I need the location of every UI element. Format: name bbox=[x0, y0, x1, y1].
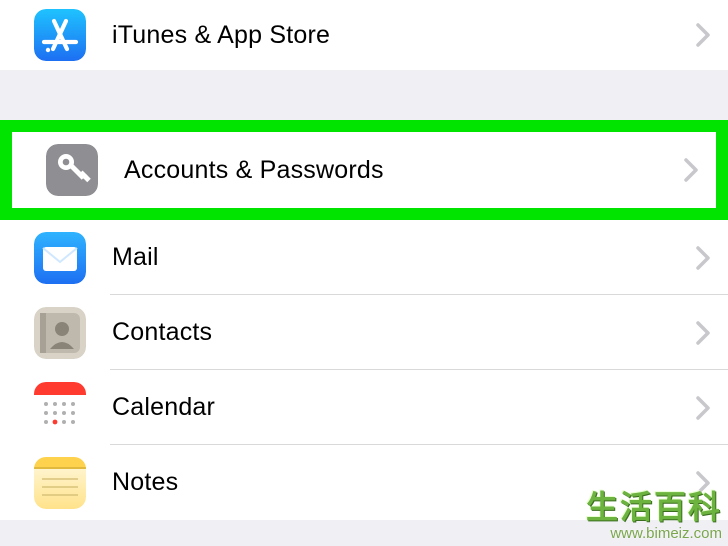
row-label: Accounts & Passwords bbox=[124, 156, 684, 185]
row-label: Mail bbox=[112, 243, 696, 272]
row-label: Notes bbox=[112, 468, 696, 497]
row-calendar[interactable]: Calendar bbox=[0, 370, 728, 445]
highlighted-row-wrap: Accounts & Passwords bbox=[0, 120, 728, 220]
row-label: iTunes & App Store bbox=[112, 21, 696, 50]
notes-icon bbox=[34, 457, 86, 509]
chevron-right-icon bbox=[696, 396, 710, 420]
key-icon bbox=[46, 144, 98, 196]
chevron-right-icon bbox=[696, 321, 710, 345]
app-store-icon bbox=[34, 9, 86, 61]
chevron-right-icon bbox=[696, 471, 710, 495]
contacts-icon bbox=[34, 307, 86, 359]
chevron-right-icon bbox=[696, 23, 710, 47]
row-itunes-app-store[interactable]: iTunes & App Store bbox=[0, 0, 728, 70]
mail-icon bbox=[34, 232, 86, 284]
row-mail[interactable]: Mail bbox=[0, 220, 728, 295]
row-label: Contacts bbox=[112, 318, 696, 347]
row-notes[interactable]: Notes bbox=[0, 445, 728, 520]
row-accounts-passwords[interactable]: Accounts & Passwords bbox=[12, 132, 716, 208]
row-contacts[interactable]: Contacts bbox=[0, 295, 728, 370]
section-gap bbox=[0, 70, 728, 120]
chevron-right-icon bbox=[684, 158, 698, 182]
watermark-url: www.bimeiz.com bbox=[586, 525, 722, 542]
row-label: Calendar bbox=[112, 393, 696, 422]
calendar-icon bbox=[34, 382, 86, 434]
settings-list: iTunes & App Store Accounts bbox=[0, 0, 728, 520]
chevron-right-icon bbox=[696, 246, 710, 270]
